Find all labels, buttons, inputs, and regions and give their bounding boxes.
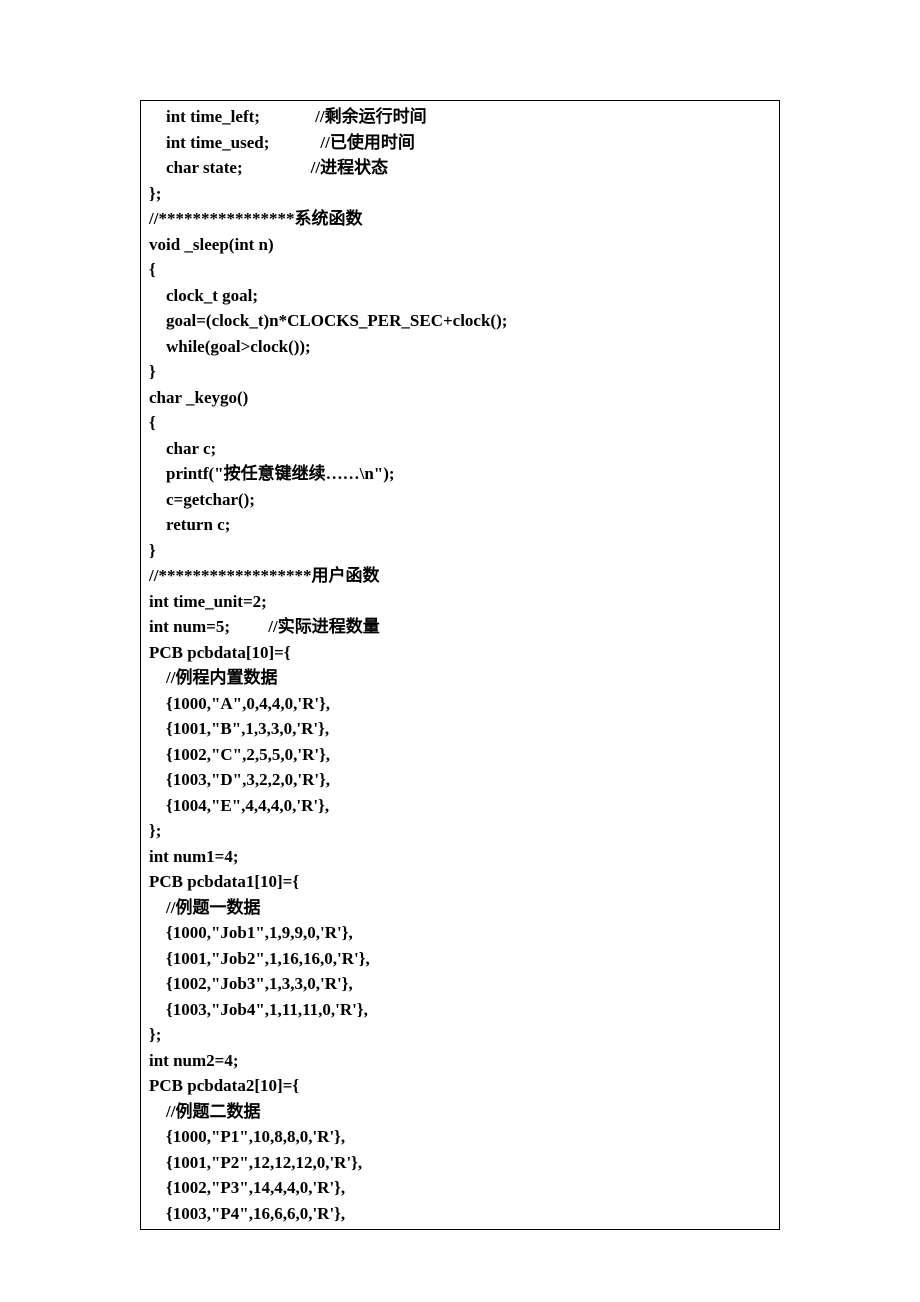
code-line: PCB pcbdata1[10]={ — [149, 869, 771, 895]
code-line: char _keygo() — [149, 385, 771, 411]
code-line: {1002,"P3",14,4,4,0,'R'}, — [149, 1175, 771, 1201]
code-line: goal=(clock_t)n*CLOCKS_PER_SEC+clock(); — [149, 308, 771, 334]
document-page: int time_left; //剩余运行时间 int time_used; /… — [0, 0, 920, 1290]
code-line: }; — [149, 181, 771, 207]
code-line: } — [149, 538, 771, 564]
code-line: int time_left; //剩余运行时间 — [149, 104, 771, 130]
code-line: int num2=4; — [149, 1048, 771, 1074]
code-line: clock_t goal; — [149, 283, 771, 309]
code-line: int time_unit=2; — [149, 589, 771, 615]
code-line: {1003,"D",3,2,2,0,'R'}, — [149, 767, 771, 793]
code-line: int num1=4; — [149, 844, 771, 870]
code-line: }; — [149, 1022, 771, 1048]
code-line: {1000,"Job1",1,9,9,0,'R'}, — [149, 920, 771, 946]
code-line: {1003,"Job4",1,11,11,0,'R'}, — [149, 997, 771, 1023]
code-line: char state; //进程状态 — [149, 155, 771, 181]
code-line: {1004,"E",4,4,4,0,'R'}, — [149, 793, 771, 819]
code-line: {1000,"A",0,4,4,0,'R'}, — [149, 691, 771, 717]
code-line: c=getchar(); — [149, 487, 771, 513]
code-line: while(goal>clock()); — [149, 334, 771, 360]
code-listing: int time_left; //剩余运行时间 int time_used; /… — [140, 100, 780, 1230]
code-line: {1002,"C",2,5,5,0,'R'}, — [149, 742, 771, 768]
code-line: {1000,"P1",10,8,8,0,'R'}, — [149, 1124, 771, 1150]
code-line: void _sleep(int n) — [149, 232, 771, 258]
code-line: int time_used; //已使用时间 — [149, 130, 771, 156]
code-line: {1001,"P2",12,12,12,0,'R'}, — [149, 1150, 771, 1176]
code-line: { — [149, 410, 771, 436]
code-line: int num=5; //实际进程数量 — [149, 614, 771, 640]
code-line: { — [149, 257, 771, 283]
code-line: //******************用户函数 — [149, 563, 771, 589]
code-line: {1003,"P4",16,6,6,0,'R'}, — [149, 1201, 771, 1227]
code-line: } — [149, 359, 771, 385]
code-line: printf("按任意键继续……\n"); — [149, 461, 771, 487]
code-line: {1002,"Job3",1,3,3,0,'R'}, — [149, 971, 771, 997]
code-line: //例程内置数据 — [149, 665, 771, 691]
code-line: }; — [149, 818, 771, 844]
code-line: char c; — [149, 436, 771, 462]
code-line: //****************系统函数 — [149, 206, 771, 232]
code-line: //例题二数据 — [149, 1099, 771, 1125]
code-line: return c; — [149, 512, 771, 538]
code-line: {1001,"Job2",1,16,16,0,'R'}, — [149, 946, 771, 972]
code-line: {1001,"B",1,3,3,0,'R'}, — [149, 716, 771, 742]
code-line: PCB pcbdata2[10]={ — [149, 1073, 771, 1099]
code-line: PCB pcbdata[10]={ — [149, 640, 771, 666]
code-line: //例题一数据 — [149, 895, 771, 921]
